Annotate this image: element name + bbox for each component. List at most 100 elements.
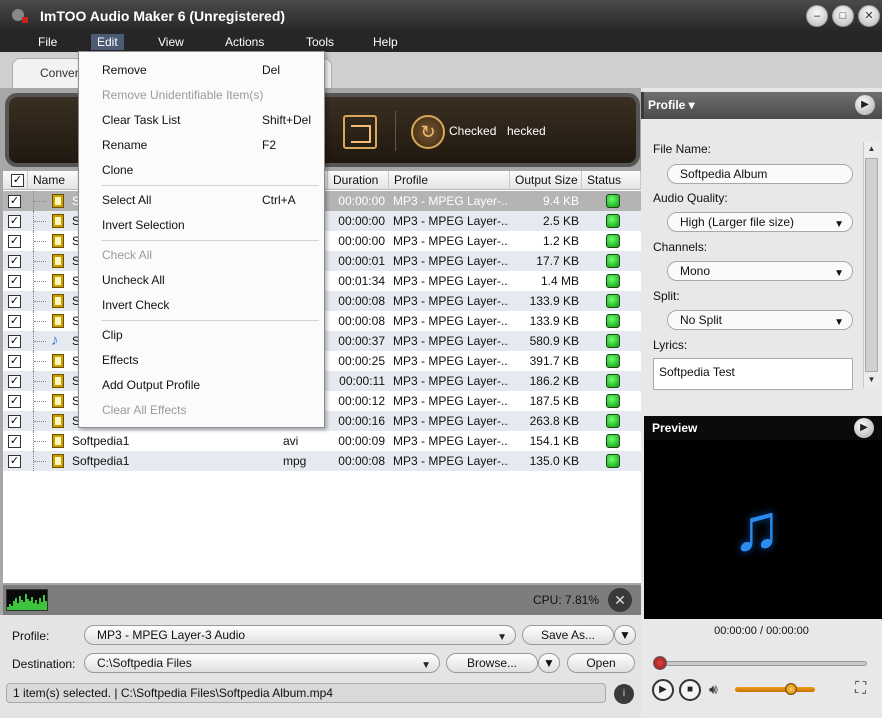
info-icon[interactable]: i xyxy=(614,684,634,704)
row-checkbox[interactable]: ✓ xyxy=(8,215,21,228)
status-ok-icon xyxy=(606,434,620,448)
row-checkbox[interactable]: ✓ xyxy=(8,395,21,408)
menu-actions[interactable]: Actions xyxy=(219,34,270,50)
save-as-dropdown[interactable]: ▼ xyxy=(614,625,636,645)
menu-edit[interactable]: Edit xyxy=(91,34,124,50)
menu-item-shortcut: Shift+Del xyxy=(262,113,312,127)
seek-knob[interactable] xyxy=(653,656,667,670)
row-checkbox[interactable]: ✓ xyxy=(8,415,21,428)
stop-button[interactable]: ■ xyxy=(679,679,701,701)
volume-knob[interactable] xyxy=(785,683,797,695)
menu-item-select-all[interactable]: Select All Ctrl+A xyxy=(79,188,324,212)
menu-item-clone[interactable]: Clone xyxy=(79,158,324,182)
menu-item-label: Invert Selection xyxy=(102,218,185,232)
menu-item-clip[interactable]: Clip xyxy=(79,323,324,347)
row-name: Softpedia1 xyxy=(72,434,130,448)
open-button[interactable]: Open xyxy=(567,653,635,673)
row-profile: MP3 - MPEG Layer-... xyxy=(393,294,509,308)
row-checkbox[interactable]: ✓ xyxy=(8,195,21,208)
file-name-input[interactable]: Softpedia Album xyxy=(667,164,853,184)
status-ok-icon xyxy=(606,194,620,208)
tree-line xyxy=(33,211,49,231)
table-row[interactable]: ✓ Softpedia1 mpg 00:00:08 MP3 - MPEG Layer-.… xyxy=(3,451,641,471)
menu-item-remove-unidentifiable-item-s: Remove Unidentifiable Item(s) xyxy=(79,83,324,107)
close-button[interactable]: ✕ xyxy=(858,5,880,27)
status-ok-icon xyxy=(606,294,620,308)
menu-item-effects[interactable]: Effects xyxy=(79,348,324,372)
row-checkbox[interactable]: ✓ xyxy=(8,375,21,388)
seek-bar[interactable] xyxy=(657,661,867,666)
profile-panel-title[interactable]: Profile ▾ xyxy=(648,98,695,112)
convert-checked-label[interactable]: Checked xyxy=(449,124,496,138)
right-pane: Profile ▾ ▶ File Name: Softpedia Album A… xyxy=(641,88,882,718)
menu-item-clear-task-list[interactable]: Clear Task List Shift+Del xyxy=(79,108,324,132)
cpu-graph-bar xyxy=(45,601,47,610)
split-select[interactable]: No Split ▼ xyxy=(667,310,853,330)
header-status[interactable]: Status xyxy=(582,171,641,190)
header-check-all[interactable]: ✓ xyxy=(3,171,28,190)
header-duration[interactable]: Duration xyxy=(328,171,389,190)
status-ok-icon xyxy=(606,394,620,408)
save-as-button[interactable]: Save As... xyxy=(522,625,614,645)
minimize-button[interactable]: – xyxy=(806,5,828,27)
row-duration: 00:00:08 xyxy=(338,294,385,308)
row-checkbox[interactable]: ✓ xyxy=(8,315,21,328)
destination-select[interactable]: C:\Softpedia Files ▼ xyxy=(84,653,440,673)
scroll-down-icon[interactable]: ▼ xyxy=(865,373,878,387)
film-icon xyxy=(52,354,64,368)
row-checkbox[interactable]: ✓ xyxy=(8,275,21,288)
volume-icon[interactable]: 🔊︎ xyxy=(709,681,718,698)
menu-item-label: Clip xyxy=(102,328,123,342)
menu-item-label: Clear Task List xyxy=(102,113,181,127)
menu-help[interactable]: Help xyxy=(367,34,404,50)
row-checkbox[interactable]: ✓ xyxy=(8,295,21,308)
browse-dropdown[interactable]: ▼ xyxy=(538,653,560,673)
convert-unchecked-label[interactable]: hecked xyxy=(507,124,546,138)
menu-item-invert-check[interactable]: Invert Check xyxy=(79,293,324,317)
menu-item-add-output-profile[interactable]: Add Output Profile xyxy=(79,373,324,397)
row-type: mpg xyxy=(283,454,307,468)
row-checkbox[interactable]: ✓ xyxy=(8,355,21,368)
play-arrow-icon[interactable]: ▶ xyxy=(855,95,875,115)
play-arrow-icon[interactable]: ▶ xyxy=(854,418,874,438)
row-checkbox[interactable]: ✓ xyxy=(8,235,21,248)
menu-tools[interactable]: Tools xyxy=(300,34,340,50)
music-note-icon: ♫ xyxy=(732,490,782,564)
row-checkbox[interactable]: ✓ xyxy=(8,255,21,268)
film-icon xyxy=(52,274,64,288)
menu-separator xyxy=(101,185,319,186)
profile-select[interactable]: MP3 - MPEG Layer-3 Audio ▼ xyxy=(84,625,516,645)
maximize-button[interactable]: □ xyxy=(832,5,854,27)
chevron-down-icon: ▼ xyxy=(619,628,631,642)
table-row[interactable]: ✓ Softpedia1 avi 00:00:09 MP3 - MPEG Layer-.… xyxy=(3,431,641,451)
row-size: 133.9 KB xyxy=(529,314,579,328)
scroll-thumb[interactable] xyxy=(865,158,878,372)
volume-slider[interactable] xyxy=(735,687,815,692)
convert-icon[interactable]: ↻ xyxy=(411,115,445,149)
channels-select[interactable]: Mono ▼ xyxy=(667,261,853,281)
menu-item-rename[interactable]: Rename F2 xyxy=(79,133,324,157)
header-profile[interactable]: Profile xyxy=(389,171,510,190)
tree-line xyxy=(33,251,49,271)
header-output-size[interactable]: Output Size xyxy=(510,171,582,190)
add-file-icon[interactable] xyxy=(343,115,377,149)
row-profile: MP3 - MPEG Layer-... xyxy=(393,234,509,248)
row-checkbox[interactable]: ✓ xyxy=(8,435,21,448)
film-icon xyxy=(52,234,64,248)
menu-view[interactable]: View xyxy=(152,34,190,50)
snapshot-icon[interactable]: ⛶ xyxy=(855,680,866,698)
row-checkbox[interactable]: ✓ xyxy=(8,455,21,468)
menu-item-invert-selection[interactable]: Invert Selection xyxy=(79,213,324,237)
menu-item-uncheck-all[interactable]: Uncheck All xyxy=(79,268,324,292)
header-checkbox[interactable]: ✓ xyxy=(11,174,24,187)
browse-button[interactable]: Browse... xyxy=(446,653,538,673)
scroll-up-icon[interactable]: ▲ xyxy=(865,142,878,156)
row-checkbox[interactable]: ✓ xyxy=(8,335,21,348)
audio-quality-select[interactable]: High (Larger file size) ▼ xyxy=(667,212,853,232)
lyrics-textarea[interactable]: Softpedia Test xyxy=(653,358,853,390)
menu-file[interactable]: File xyxy=(32,34,63,50)
play-button[interactable]: ▶ xyxy=(652,679,674,701)
menu-item-remove[interactable]: Remove Del xyxy=(79,58,324,82)
settings-icon[interactable]: ✕ xyxy=(608,588,632,612)
profile-scrollbar[interactable]: ▲ ▼ xyxy=(863,142,879,388)
